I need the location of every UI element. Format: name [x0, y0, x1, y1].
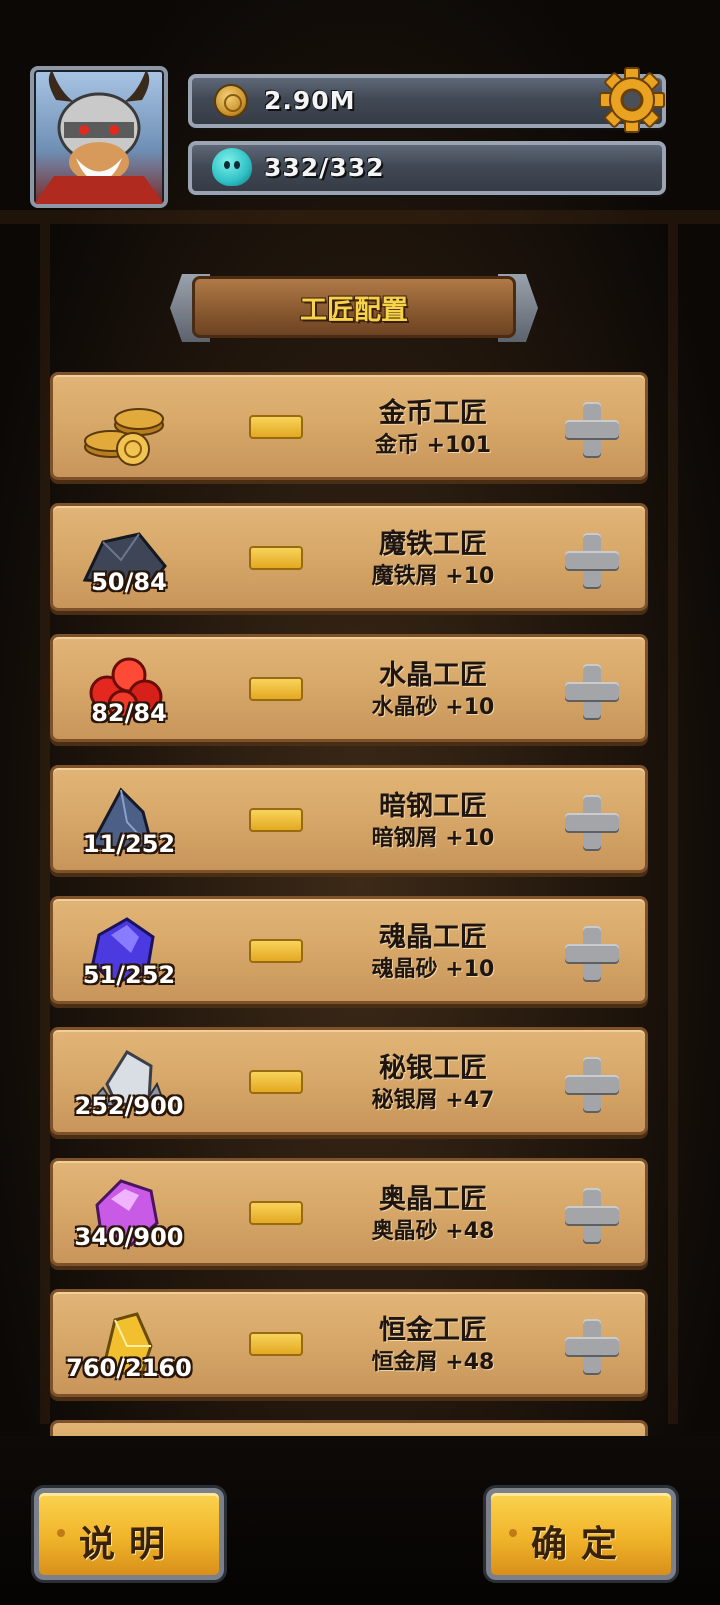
- craftsman-card-crystal: 82/84 水晶工匠 水晶砂 +10: [50, 634, 648, 742]
- craftsman-name: 金币工匠: [379, 398, 487, 429]
- craftsman-name: 暗钢工匠: [379, 791, 487, 822]
- craftsman-card-next-partial: [50, 1420, 648, 1436]
- decrease-button[interactable]: [249, 1070, 303, 1094]
- craftsman-name: 魂晶工匠: [379, 922, 487, 953]
- material-count: 340/900: [74, 1223, 184, 1251]
- gold-amount: 2.90M: [264, 86, 356, 115]
- increase-button[interactable]: [565, 402, 619, 456]
- decrease-button[interactable]: [249, 677, 303, 701]
- player-avatar[interactable]: [30, 66, 168, 208]
- gold-coin-icon: [214, 84, 248, 118]
- increase-button[interactable]: [565, 664, 619, 718]
- craftsman-bonus: 水晶砂 +10: [371, 695, 495, 720]
- material-count: 11/252: [82, 830, 176, 858]
- craftsman-card-gold: 金币工匠 金币 +101: [50, 372, 648, 480]
- increase-button[interactable]: [565, 1188, 619, 1242]
- material-count: 50/84: [91, 568, 167, 596]
- stamina-amount: 332/332: [264, 153, 385, 182]
- craftsman-bonus: 奥晶砂 +48: [371, 1219, 495, 1244]
- help-button-label: 说明: [78, 1524, 179, 1565]
- craftsman-bonus: 暗钢屑 +10: [371, 826, 495, 851]
- title-plaque: 工匠配置: [170, 274, 538, 342]
- increase-button[interactable]: [565, 533, 619, 587]
- craftsmen-list[interactable]: 金币工匠 金币 +101 50/84 魔铁工匠 魔铁屑 +10 82/84 水晶…: [50, 372, 648, 1436]
- page-title: 工匠配置: [300, 295, 408, 326]
- craftsman-card-eternal-gold: 760/2160 恒金工匠 恒金屑 +48: [50, 1289, 648, 1397]
- craftsman-card-soul-crystal: 51/252 魂晶工匠 魂晶砂 +10: [50, 896, 648, 1004]
- increase-button[interactable]: [565, 926, 619, 980]
- increase-button[interactable]: [565, 795, 619, 849]
- craftsman-name: 水晶工匠: [379, 660, 487, 691]
- decrease-button[interactable]: [249, 808, 303, 832]
- craftsman-name: 魔铁工匠: [379, 529, 487, 560]
- material-count: 51/252: [82, 961, 176, 989]
- craftsman-name: 秘银工匠: [379, 1053, 487, 1084]
- craftsman-card-dark-iron: 50/84 魔铁工匠 魔铁屑 +10: [50, 503, 648, 611]
- material-count: 760/2160: [66, 1354, 192, 1382]
- craftsman-card-arcane-crystal: 340/900 奥晶工匠 奥晶砂 +48: [50, 1158, 648, 1266]
- stamina-bar: 332/332: [188, 141, 666, 195]
- decrease-button[interactable]: [249, 546, 303, 570]
- craftsman-name: 恒金工匠: [379, 1315, 487, 1346]
- decrease-button[interactable]: [249, 415, 303, 439]
- craftsman-card-dark-steel: 11/252 暗钢工匠 暗钢屑 +10: [50, 765, 648, 873]
- craftsman-card-mithril: 252/900 秘银工匠 秘银屑 +47: [50, 1027, 648, 1135]
- material-count: 252/900: [74, 1092, 184, 1120]
- settings-gear-icon[interactable]: [598, 66, 666, 134]
- craftsman-bonus: 魔铁屑 +10: [371, 564, 495, 589]
- stamina-slime-icon: [212, 148, 252, 186]
- increase-button[interactable]: [565, 1319, 619, 1373]
- decrease-button[interactable]: [249, 1332, 303, 1356]
- confirm-button[interactable]: 确定: [486, 1488, 676, 1580]
- increase-button[interactable]: [565, 1057, 619, 1111]
- decrease-button[interactable]: [249, 939, 303, 963]
- material-count: 82/84: [91, 699, 167, 727]
- craftsman-bonus: 魂晶砂 +10: [371, 957, 495, 982]
- decrease-button[interactable]: [249, 1201, 303, 1225]
- craftsman-bonus: 金币 +101: [374, 433, 492, 458]
- gold-bar: 2.90M: [188, 67, 666, 133]
- confirm-button-label: 确定: [530, 1524, 631, 1565]
- help-button[interactable]: 说明: [34, 1488, 224, 1580]
- viking-helmet-icon: [34, 70, 164, 204]
- gold-coin-stack-icon: [84, 408, 164, 466]
- craftsman-bonus: 恒金屑 +48: [371, 1350, 495, 1375]
- craftsman-name: 奥晶工匠: [379, 1184, 487, 1215]
- craftsman-bonus: 秘银屑 +47: [371, 1088, 495, 1113]
